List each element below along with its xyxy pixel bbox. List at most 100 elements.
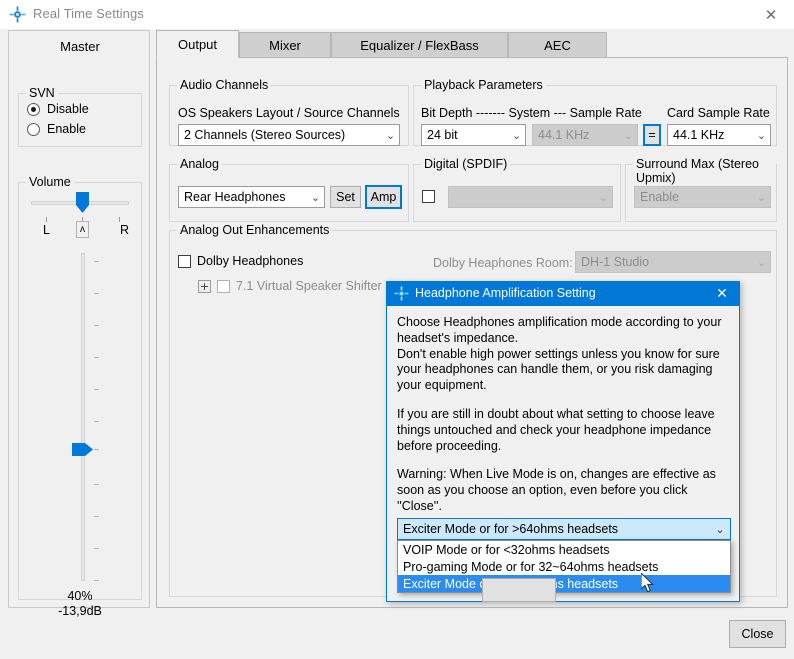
chevron-down-icon: ⌄ — [756, 128, 767, 142]
volume-tick — [94, 325, 99, 326]
tab-mixer[interactable]: Mixer — [239, 32, 331, 58]
volume-group-label: Volume — [26, 175, 74, 189]
card-sample-rate-label: Card Sample Rate — [667, 106, 770, 120]
volume-tick — [94, 261, 99, 262]
system-sample-rate-combo: 44.1 KHz ⌄ — [532, 124, 638, 146]
expander-plus-icon[interactable]: + — [198, 279, 211, 293]
volume-tick — [94, 548, 99, 549]
dolby-headphones-label: Dolby Headphones — [197, 254, 304, 268]
tab-strip: Output Mixer Equalizer / FlexBass AEC — [156, 30, 788, 58]
volume-tick — [94, 484, 99, 485]
chevron-down-icon: ⌄ — [511, 128, 522, 142]
chevron-down-icon: ⌄ — [715, 522, 725, 536]
balance-tick — [119, 217, 120, 222]
surround-max-value: Enable — [640, 190, 679, 204]
dolby-room-label: Dolby Heaphones Room: — [433, 256, 573, 270]
svn-radio-disable[interactable]: Disable — [27, 102, 89, 116]
bit-depth-value: 24 bit — [427, 128, 458, 142]
tab-output-label: Output — [177, 36, 218, 52]
dialog-title-bar: Headphone Amplification Setting ✕ — [387, 282, 739, 306]
dropdown-option-pro-gaming[interactable]: Pro-gaming Mode or for 32~64ohms headset… — [398, 558, 730, 575]
analog-device-combo[interactable]: Rear Headphones ⌄ — [178, 186, 325, 208]
volume-percent-readout: 40% — [67, 589, 93, 603]
chevron-down-icon: ⌄ — [385, 128, 396, 142]
chevron-down-icon: ⌄ — [598, 190, 609, 204]
dolby-headphones-checkbox[interactable]: Dolby Headphones — [178, 254, 303, 268]
svn-group-label: SVN — [26, 86, 58, 100]
tab-equalizer-flexbass[interactable]: Equalizer / FlexBass — [331, 32, 508, 58]
svn-radio-disable-label: Disable — [47, 102, 89, 116]
surround-max-legend: Surround Max (Stereo Upmix) — [633, 157, 776, 185]
bit-depth-combo[interactable]: 24 bit ⌄ — [421, 124, 526, 146]
card-sample-rate-combo[interactable]: 44.1 KHz ⌄ — [667, 124, 771, 146]
sample-rate-equals-button[interactable]: = — [643, 124, 661, 146]
virtual-speaker-shifter-row[interactable]: + 7.1 Virtual Speaker Shifter — [198, 279, 382, 293]
sample-rate-equals-label: = — [648, 128, 656, 142]
chevron-down-icon: ⌄ — [756, 255, 767, 269]
volume-tick — [94, 580, 99, 581]
dialog-paragraph-3: Warning: When Live Mode is on, changes a… — [397, 467, 716, 513]
window-title: Real Time Settings — [33, 6, 144, 21]
window-title-bar: Real Time Settings ✕ — [0, 0, 794, 29]
app-icon — [9, 6, 26, 23]
dialog-occluded-button[interactable] — [482, 578, 556, 602]
app-window: Real Time Settings ✕ Master SVN Disable … — [0, 0, 794, 659]
digital-spdif-legend: Digital (SPDIF) — [421, 157, 511, 171]
digital-spdif-checkbox[interactable] — [422, 190, 435, 206]
balance-right-label: R — [120, 223, 130, 237]
balance-center-indicator: ʌ — [76, 221, 89, 238]
dolby-room-combo: DH-1 Studio ⌄ — [575, 251, 771, 273]
svn-radio-enable-label: Enable — [47, 122, 86, 136]
dropdown-option-exciter[interactable]: Exciter Mode or for >64ohms headsets — [398, 575, 730, 592]
dialog-body: Choose Headphones amplification mode acc… — [397, 315, 731, 528]
mouse-cursor — [641, 573, 655, 593]
radio-indicator — [27, 122, 40, 136]
window-close-button[interactable]: ✕ — [748, 0, 794, 29]
volume-db-readout: -13,9dB — [58, 604, 102, 618]
amplification-mode-dropdown-list[interactable]: VOIP Mode or for <32ohms headsets Pro-ga… — [397, 540, 731, 593]
chevron-down-icon: ⌄ — [310, 190, 321, 204]
checkbox-indicator — [217, 279, 230, 293]
os-speakers-layout-value: 2 Channels (Stereo Sources) — [184, 128, 346, 142]
digital-spdif-combo: ⌄ — [448, 186, 613, 208]
card-sample-rate-value: 44.1 KHz — [673, 128, 725, 142]
os-speakers-layout-combo[interactable]: 2 Channels (Stereo Sources) ⌄ — [178, 124, 400, 146]
dolby-room-value: DH-1 Studio — [581, 255, 650, 269]
close-button[interactable]: Close — [729, 620, 786, 648]
analog-amp-button[interactable]: Amp — [365, 185, 402, 209]
dialog-close-icon[interactable]: ✕ — [713, 285, 731, 303]
virtual-speaker-shifter-label: 7.1 Virtual Speaker Shifter — [236, 279, 382, 293]
balance-left-label: L — [43, 223, 50, 237]
analog-device-value: Rear Headphones — [184, 190, 286, 204]
svn-radio-enable[interactable]: Enable — [27, 122, 86, 136]
master-title: Master — [60, 39, 100, 54]
chevron-down-icon: ⌄ — [623, 128, 634, 142]
close-button-label: Close — [741, 627, 774, 641]
svn-group: SVN Disable Enable — [18, 86, 142, 147]
headphone-amplification-dialog: Headphone Amplification Setting ✕ Choose… — [386, 281, 740, 602]
volume-tick — [94, 516, 99, 517]
amplification-mode-combo[interactable]: Exciter Mode or for >64ohms headsets ⌄ — [397, 518, 731, 540]
tab-aec[interactable]: AEC — [508, 32, 607, 58]
analog-amp-label: Amp — [370, 190, 397, 204]
volume-tick — [94, 421, 99, 422]
app-icon — [394, 286, 409, 301]
volume-tick — [94, 449, 99, 450]
volume-tick — [94, 357, 99, 358]
audio-channels-legend: Audio Channels — [177, 78, 272, 92]
amplification-mode-value: Exciter Mode or for >64ohms headsets — [403, 522, 619, 536]
analog-set-button[interactable]: Set — [330, 186, 361, 208]
tab-mixer-label: Mixer — [269, 37, 301, 53]
volume-group: Volume — [18, 175, 142, 600]
tab-equalizer-flexbass-label: Equalizer / FlexBass — [360, 37, 479, 53]
os-speakers-layout-label: OS Speakers Layout / Source Channels — [178, 106, 400, 120]
checkbox-indicator — [422, 190, 435, 203]
checkbox-indicator — [178, 254, 191, 268]
radio-indicator — [27, 102, 40, 116]
master-panel: Master SVN Disable Enable Volume L R ʌ 4… — [8, 30, 150, 618]
tab-output[interactable]: Output — [156, 30, 239, 58]
dialog-title: Headphone Amplification Setting — [415, 286, 596, 300]
dialog-paragraph-1: Choose Headphones amplification mode acc… — [397, 315, 722, 393]
volume-slider-track[interactable] — [81, 253, 85, 581]
dropdown-option-voip[interactable]: VOIP Mode or for <32ohms headsets — [398, 541, 730, 558]
